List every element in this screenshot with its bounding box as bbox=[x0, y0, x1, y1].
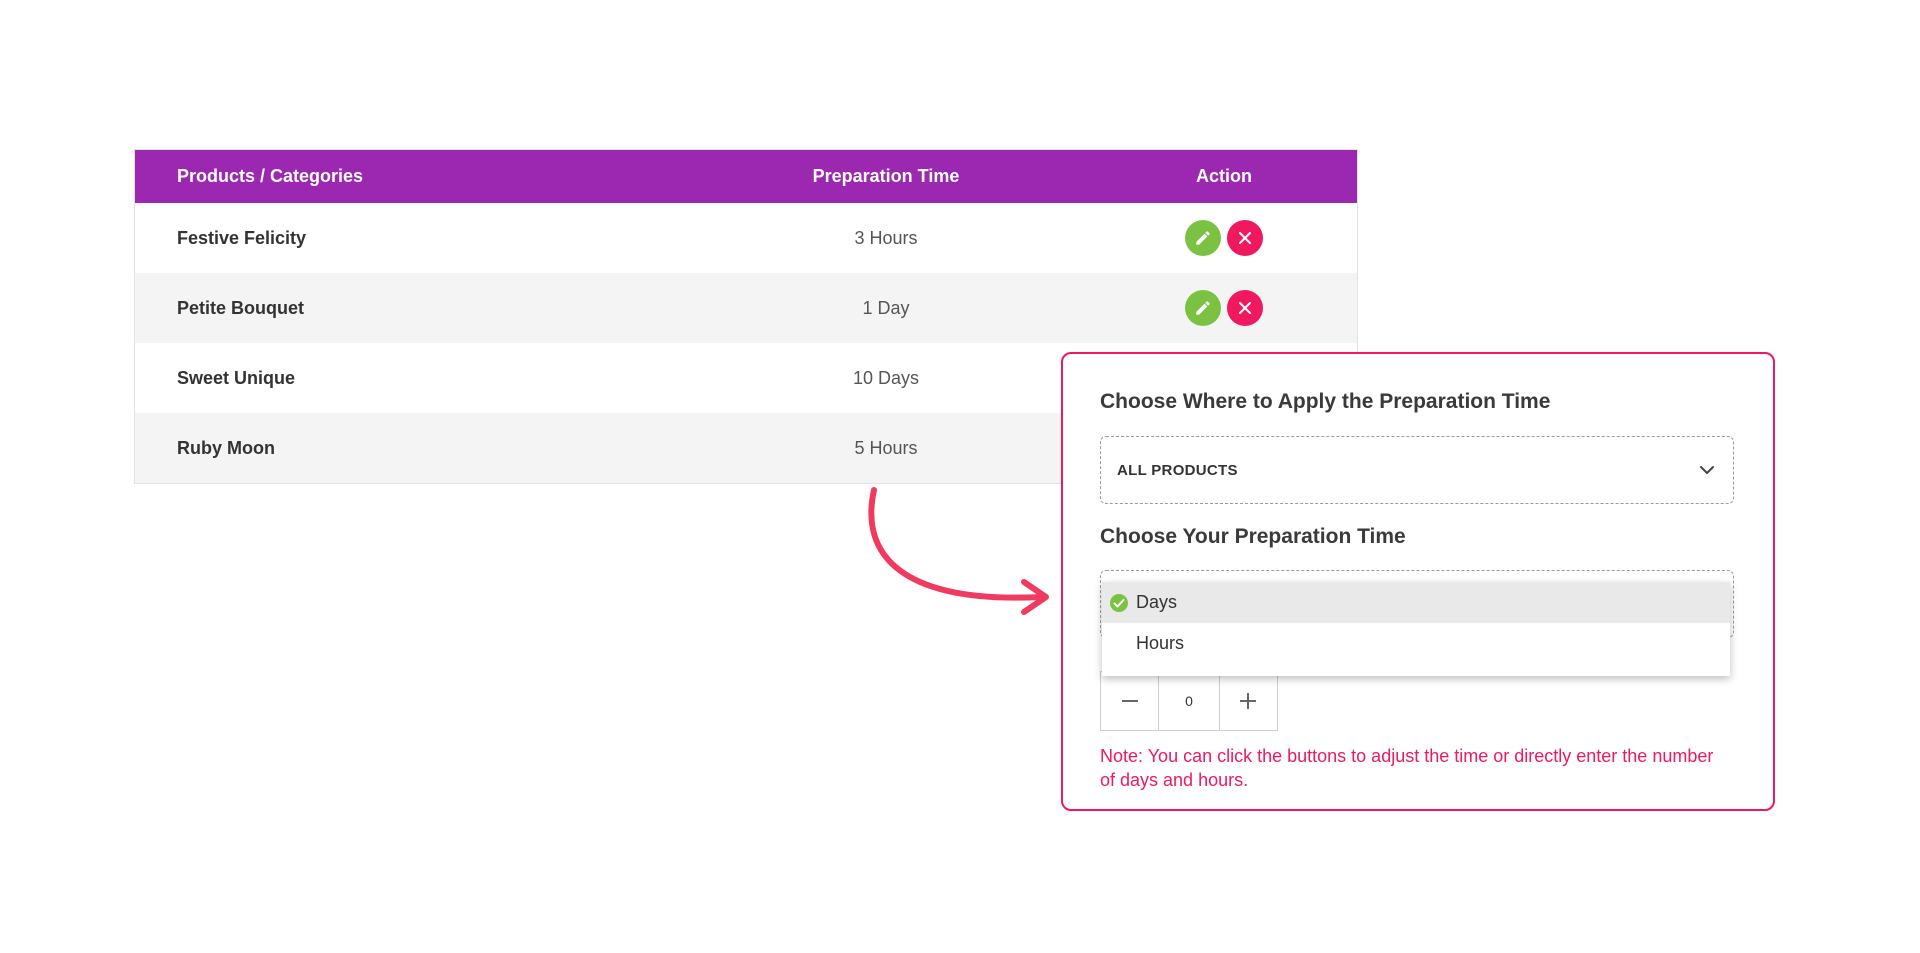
row-product-name: Festive Felicity bbox=[177, 227, 307, 248]
plus-icon bbox=[1240, 693, 1257, 709]
row-product-name: Sweet Unique bbox=[177, 367, 296, 388]
table-row: Festive Felicity 3 Hours bbox=[135, 203, 1357, 273]
increment-button[interactable] bbox=[1220, 672, 1277, 730]
row-preparation-time: 1 Day bbox=[862, 297, 910, 318]
option-days[interactable]: Days bbox=[1102, 582, 1730, 623]
row-product-name: Petite Bouquet bbox=[177, 297, 305, 318]
row-actions bbox=[1091, 290, 1357, 326]
row-product-name: Ruby Moon bbox=[177, 437, 275, 458]
close-icon bbox=[1239, 232, 1251, 244]
delete-button[interactable] bbox=[1227, 290, 1263, 326]
stage: Products / Categories Preparation Time A… bbox=[0, 0, 1920, 953]
edit-button[interactable] bbox=[1185, 290, 1221, 326]
apply-select[interactable]: ALL PRODUCTS bbox=[1100, 436, 1734, 504]
curved-arrow-icon bbox=[868, 487, 1049, 615]
check-icon bbox=[1102, 593, 1136, 613]
row-preparation-time: 5 Hours bbox=[854, 437, 918, 458]
header-products: Products / Categories bbox=[177, 166, 364, 186]
stepper-value-input[interactable]: 0 bbox=[1158, 672, 1220, 730]
time-stepper: 0 bbox=[1100, 671, 1278, 731]
edit-button[interactable] bbox=[1185, 220, 1221, 256]
preparation-time-panel: Choose Where to Apply the Preparation Ti… bbox=[1061, 352, 1775, 811]
row-preparation-time: 10 Days bbox=[852, 367, 920, 388]
header-action: Action bbox=[1196, 166, 1252, 186]
pencil-icon bbox=[1196, 301, 1210, 315]
minus-icon bbox=[1121, 700, 1138, 702]
header-preparation-time: Preparation Time bbox=[812, 166, 960, 186]
option-label: Days bbox=[1136, 592, 1178, 612]
note-text: Note: You can click the buttons to adjus… bbox=[1100, 746, 1714, 790]
apply-heading: Choose Where to Apply the Preparation Ti… bbox=[1100, 390, 1551, 413]
decrement-button[interactable] bbox=[1101, 672, 1158, 730]
apply-select-value: ALL PRODUCTS bbox=[1117, 461, 1238, 479]
time-heading: Choose Your Preparation Time bbox=[1100, 525, 1406, 548]
chevron-down-icon bbox=[1700, 466, 1714, 474]
option-hours[interactable]: Hours bbox=[1102, 623, 1730, 664]
close-icon bbox=[1239, 302, 1251, 314]
unit-dropdown-menu: Days Hours bbox=[1102, 582, 1730, 676]
delete-button[interactable] bbox=[1227, 220, 1263, 256]
row-preparation-time: 3 Hours bbox=[854, 227, 918, 248]
table-header: Products / Categories Preparation Time A… bbox=[135, 150, 1357, 203]
row-actions bbox=[1091, 220, 1357, 256]
table-row: Petite Bouquet 1 Day bbox=[135, 273, 1357, 343]
pencil-icon bbox=[1196, 231, 1210, 245]
option-label: Hours bbox=[1136, 633, 1185, 653]
